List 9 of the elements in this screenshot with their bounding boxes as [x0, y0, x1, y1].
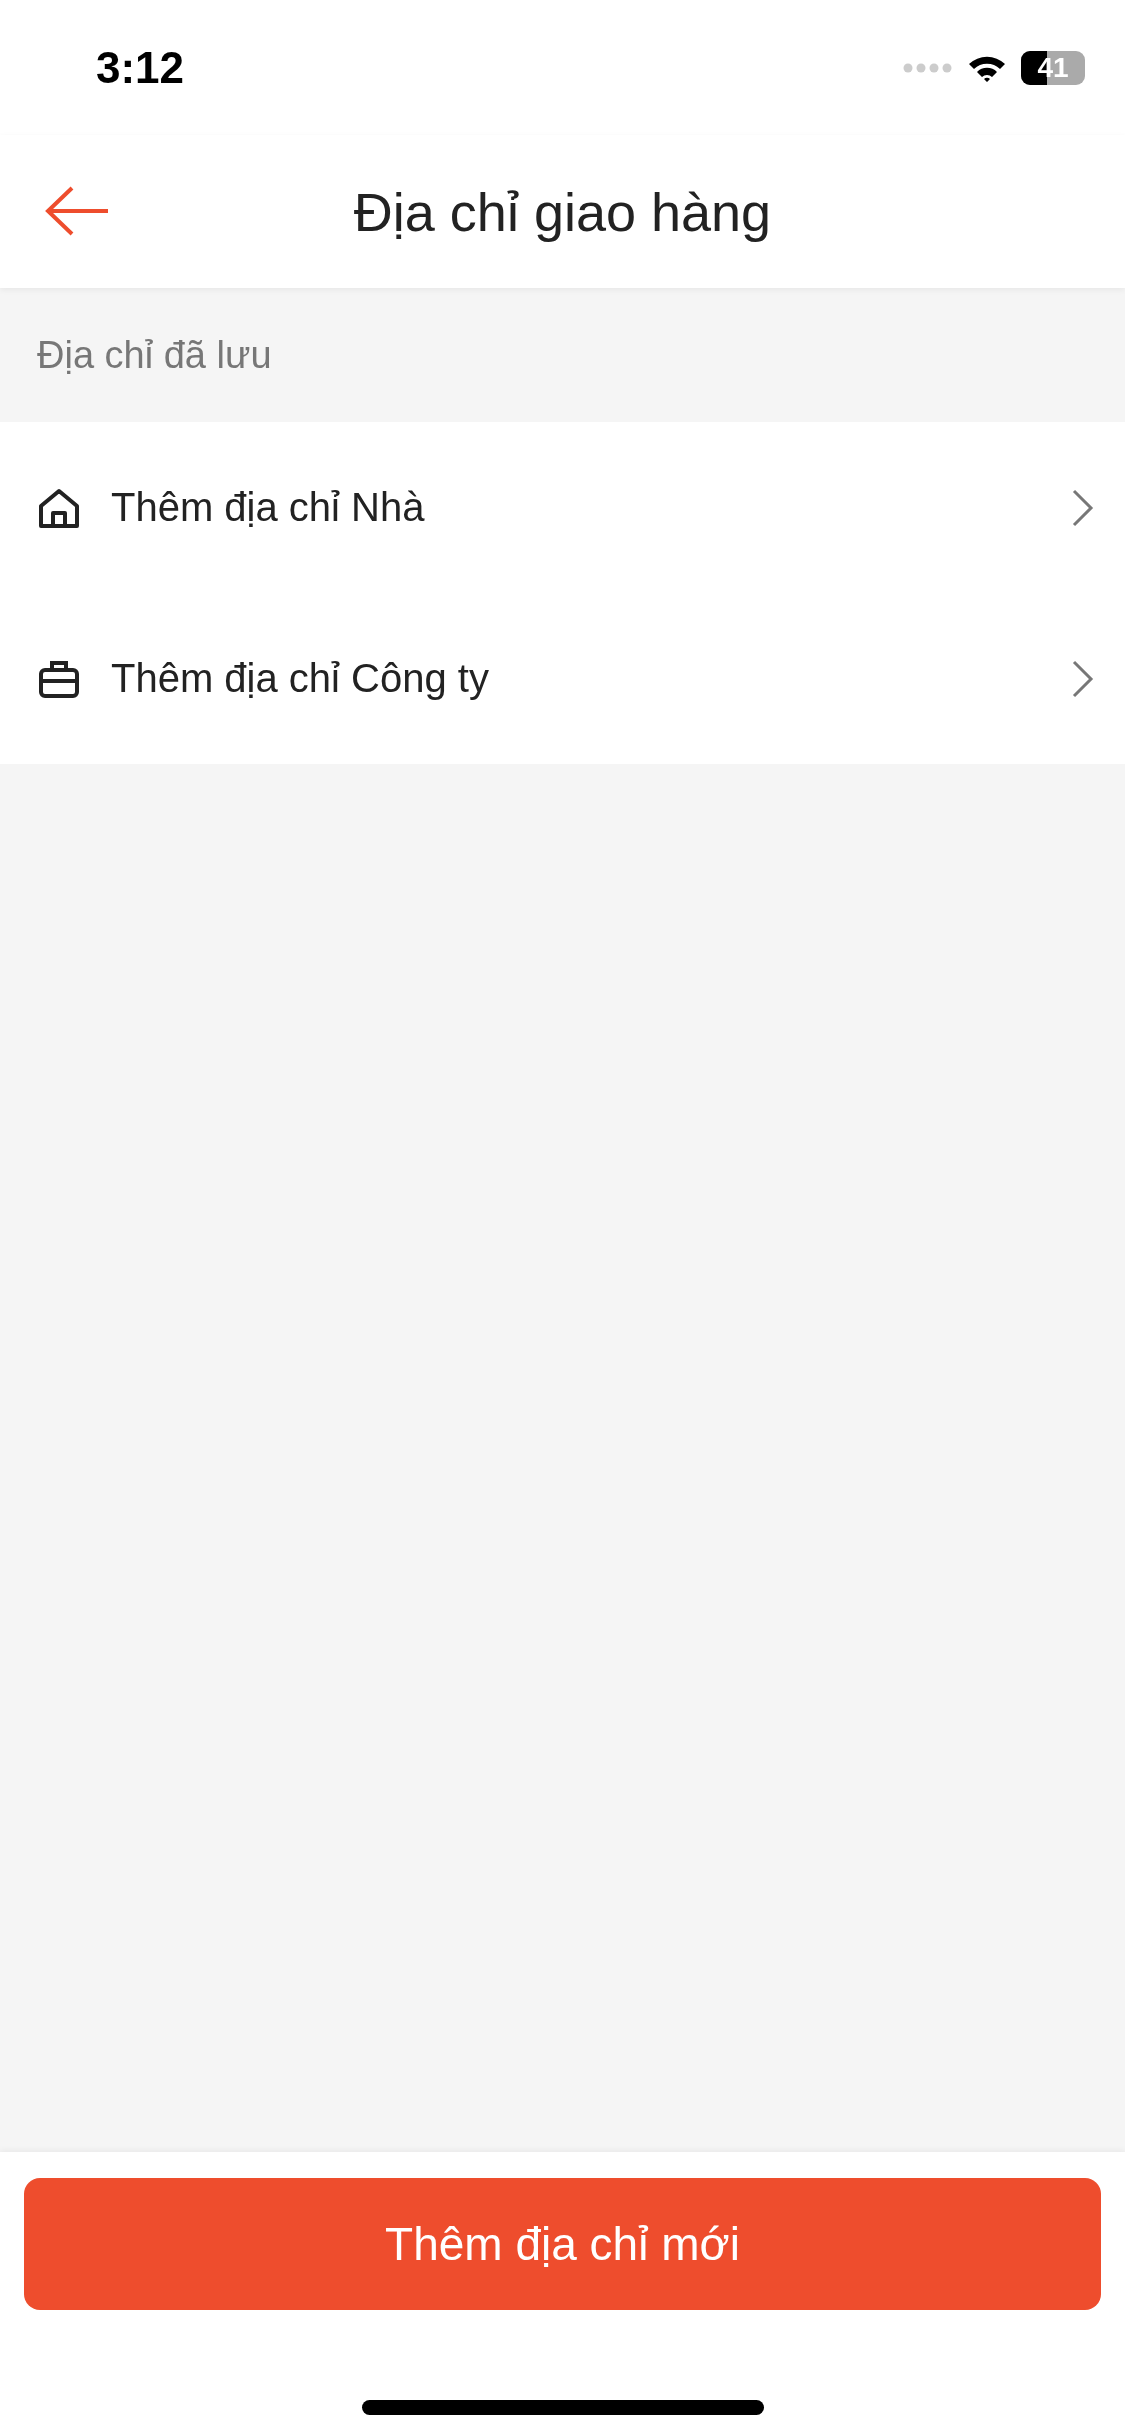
chevron-icon [1071, 658, 1095, 699]
address-item[interactable]: Thêm địa chỉ Công ty [0, 593, 1125, 764]
add-address-button[interactable]: Thêm địa chỉ mới [24, 2178, 1101, 2310]
chevron-icon [1071, 487, 1095, 528]
signal-icon [903, 61, 953, 74]
section-label: Địa chỉ đã lưu [37, 333, 272, 377]
page-title: Địa chỉ giao hàng [353, 180, 772, 243]
address-item[interactable]: Thêm địa chỉ Nhà [0, 422, 1125, 593]
status-time: 3:12 [96, 42, 185, 93]
